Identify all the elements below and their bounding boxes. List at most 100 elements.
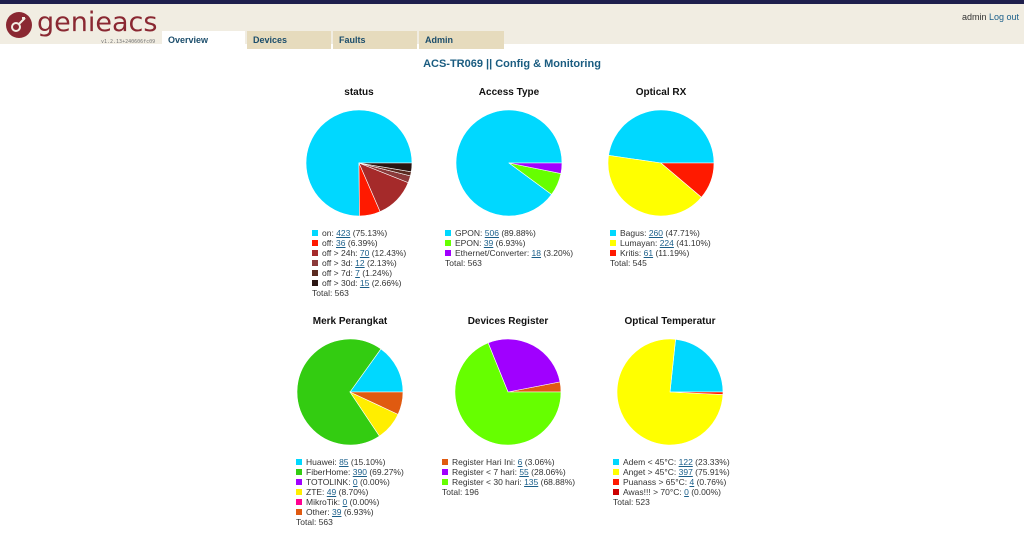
- legend-swatch: [442, 459, 448, 465]
- tab-faults[interactable]: Faults: [333, 31, 417, 49]
- legend-count-link[interactable]: 85: [339, 457, 348, 467]
- optical-rx-legend: Bagus: 260 (47.71%) Lumayan: 224 (41.10%)…: [610, 228, 711, 268]
- legend-percent: (8.70%): [336, 487, 369, 497]
- legend-label: GPON:: [455, 228, 485, 238]
- optical-rx-pie: [607, 109, 715, 217]
- legend-count-link[interactable]: 36: [336, 238, 345, 248]
- legend-swatch: [296, 489, 302, 495]
- legend-item: TOTOLINK: 0 (0.00%): [296, 477, 404, 487]
- legend-item: FiberHome: 390 (69.27%): [296, 467, 404, 477]
- tab-admin[interactable]: Admin: [419, 31, 504, 49]
- legend-count-link[interactable]: 135: [524, 477, 538, 487]
- legend-count-link[interactable]: 15: [360, 278, 369, 288]
- legend-swatch: [296, 499, 302, 505]
- legend-label: Register Hari Ini:: [452, 457, 518, 467]
- legend-swatch: [296, 509, 302, 515]
- legend-count-link[interactable]: 70: [360, 248, 369, 258]
- legend-item: Bagus: 260 (47.71%): [610, 228, 711, 238]
- legend-item: Ethernet/Converter: 18 (3.20%): [445, 248, 573, 258]
- legend-count-link[interactable]: 390: [353, 467, 367, 477]
- legend-swatch: [613, 479, 619, 485]
- legend-total: Total: 563: [445, 258, 482, 268]
- legend-item: ZTE: 49 (8.70%): [296, 487, 404, 497]
- legend-label: Puanass > 65°C:: [623, 477, 690, 487]
- optical-rx-chart-title: Optical RX: [635, 87, 687, 98]
- legend-item: Register Hari Ini: 6 (3.06%): [442, 457, 575, 467]
- legend-total: Total: 563: [312, 288, 349, 298]
- legend-count-link[interactable]: 260: [649, 228, 663, 238]
- optical-rx-slice-0[interactable]: [608, 109, 715, 164]
- legend-label: TOTOLINK:: [306, 477, 353, 487]
- legend-item: off > 3d: 12 (2.13%): [312, 258, 406, 268]
- legend-count-link[interactable]: 39: [484, 238, 493, 248]
- devices-register-pie: [454, 338, 562, 446]
- legend-percent: (3.06%): [522, 457, 555, 467]
- legend-label: Huawei:: [306, 457, 340, 467]
- optical-temperatur-slice-0[interactable]: [669, 338, 724, 393]
- legend-item: off > 24h: 70 (12.43%): [312, 248, 406, 258]
- legend-item: Kritis: 61 (11.19%): [610, 248, 711, 258]
- merk-perangkat-legend: Huawei: 85 (15.10%) FiberHome: 390 (69.27…: [296, 457, 404, 527]
- legend-count-link[interactable]: 55: [519, 467, 528, 477]
- user-menu: admin Log out: [962, 12, 1019, 22]
- legend-label: Ethernet/Converter:: [455, 248, 532, 258]
- legend-label: Register < 30 hari:: [452, 477, 525, 487]
- legend-count-link[interactable]: 61: [644, 248, 653, 258]
- legend-swatch: [445, 230, 451, 236]
- legend-swatch: [312, 270, 318, 276]
- optical-temperatur-chart-title: Optical Temperatur: [624, 316, 716, 327]
- legend-label: Other:: [306, 507, 332, 517]
- logout-link[interactable]: Log out: [989, 12, 1019, 22]
- legend-swatch: [445, 250, 451, 256]
- legend-percent: (12.43%): [369, 248, 407, 258]
- legend-label: off > 7d:: [322, 268, 356, 278]
- legend-count-link[interactable]: 506: [485, 228, 499, 238]
- legend-item: GPON: 506 (89.88%): [445, 228, 573, 238]
- legend-count-link[interactable]: 122: [679, 457, 693, 467]
- legend-count-link[interactable]: 12: [355, 258, 364, 268]
- legend-swatch: [442, 469, 448, 475]
- legend-item: Puanass > 65°C: 4 (0.76%): [613, 477, 730, 487]
- legend-percent: (15.10%): [348, 457, 386, 467]
- logo[interactable]: genieacs v1.2.13+240606fc09: [5, 7, 157, 45]
- legend-percent: (11.19%): [653, 248, 690, 258]
- legend-swatch: [610, 240, 616, 246]
- legend-item: Awas!!! > 70°C: 0 (0.00%): [613, 487, 730, 497]
- legend-percent: (3.20%): [541, 248, 574, 258]
- legend-percent: (28.06%): [528, 467, 566, 477]
- legend-total: Total: 196: [442, 487, 479, 497]
- legend-count-link[interactable]: 224: [660, 238, 674, 248]
- header: genieacs v1.2.13+240606fc09 Overview Dev…: [0, 4, 1024, 49]
- legend-percent: (1.24%): [359, 268, 393, 278]
- legend-percent: (75.13%): [350, 228, 388, 238]
- devices-register-legend: Register Hari Ini: 6 (3.06%) Register < 7…: [442, 457, 575, 497]
- legend-count-link[interactable]: 397: [679, 467, 693, 477]
- legend-label: off > 3d:: [322, 258, 356, 268]
- legend-label: Register < 7 hari:: [452, 467, 520, 477]
- legend-label: ZTE:: [306, 487, 327, 497]
- merk-perangkat-pie: [296, 338, 404, 446]
- tab-devices[interactable]: Devices: [247, 31, 331, 49]
- legend-swatch: [296, 459, 302, 465]
- legend-label: Anget > 45°C:: [623, 467, 679, 477]
- legend-count-link[interactable]: 423: [336, 228, 350, 238]
- legend-percent: (23.33%): [692, 457, 730, 467]
- legend-swatch: [312, 250, 318, 256]
- legend-swatch: [296, 479, 302, 485]
- legend-count-link[interactable]: 49: [327, 487, 336, 497]
- legend-count-link[interactable]: 18: [532, 248, 541, 258]
- legend-item: EPON: 39 (6.93%): [445, 238, 573, 248]
- legend-item: Anget > 45°C: 397 (75.91%): [613, 467, 730, 477]
- legend-label: Awas!!! > 70°C:: [623, 487, 685, 497]
- version-label: v1.2.13+240606fc09: [101, 39, 156, 45]
- legend-percent: (2.13%): [364, 258, 397, 268]
- legend-label: Kritis:: [620, 248, 644, 258]
- legend-percent: (2.66%): [369, 278, 402, 288]
- legend-item: Adem < 45°C: 122 (23.33%): [613, 457, 730, 467]
- tab-overview[interactable]: Overview: [162, 31, 245, 49]
- legend-swatch: [312, 240, 318, 246]
- legend-label: Bagus:: [620, 228, 649, 238]
- legend-swatch: [613, 489, 619, 495]
- legend-item: off > 30d: 15 (2.66%): [312, 278, 406, 288]
- legend-item: Other: 39 (6.93%): [296, 507, 404, 517]
